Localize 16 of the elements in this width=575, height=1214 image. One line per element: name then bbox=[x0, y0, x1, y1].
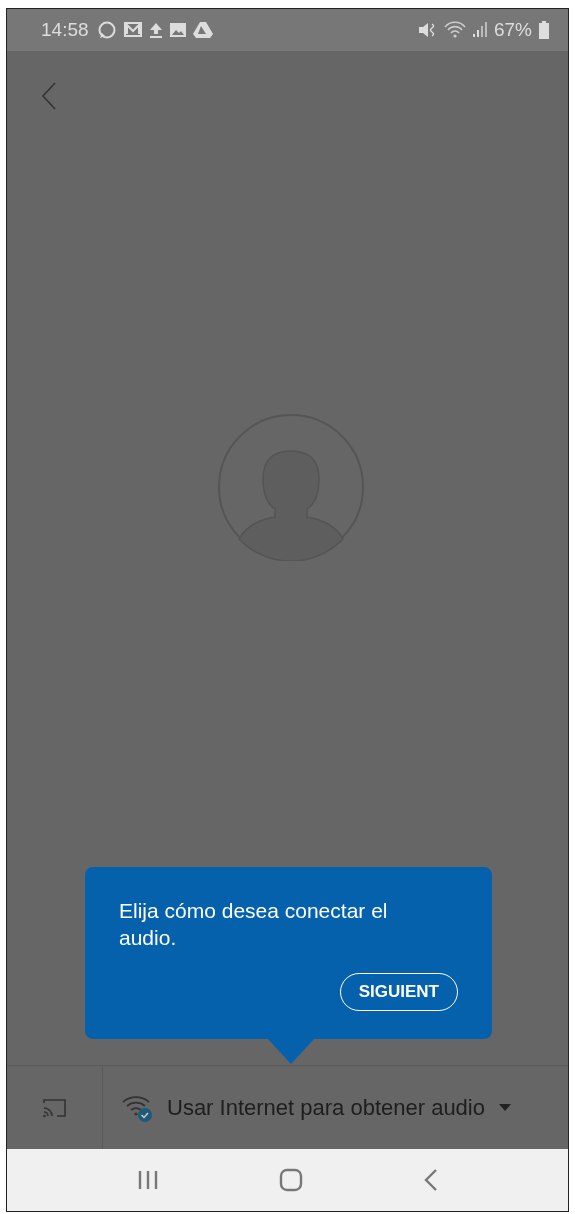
signal-icon bbox=[471, 21, 488, 39]
caret-icon bbox=[499, 1103, 511, 1112]
mail-icon bbox=[122, 21, 143, 39]
tooltip-message: Elija cómo desea conectar el audio. bbox=[119, 898, 389, 951]
wifi-icon bbox=[443, 21, 466, 39]
triangle-icon bbox=[192, 21, 213, 39]
chat-icon bbox=[96, 20, 117, 40]
status-time: 14:58 bbox=[41, 19, 89, 41]
upload-icon bbox=[148, 21, 163, 39]
battery-percent: 67% bbox=[493, 19, 532, 41]
battery-icon bbox=[538, 20, 550, 40]
cast-icon[interactable] bbox=[41, 1096, 68, 1119]
image-icon bbox=[168, 21, 187, 39]
back-nav-icon[interactable] bbox=[422, 1168, 439, 1192]
back-icon[interactable] bbox=[41, 81, 57, 111]
home-icon[interactable] bbox=[278, 1167, 305, 1193]
